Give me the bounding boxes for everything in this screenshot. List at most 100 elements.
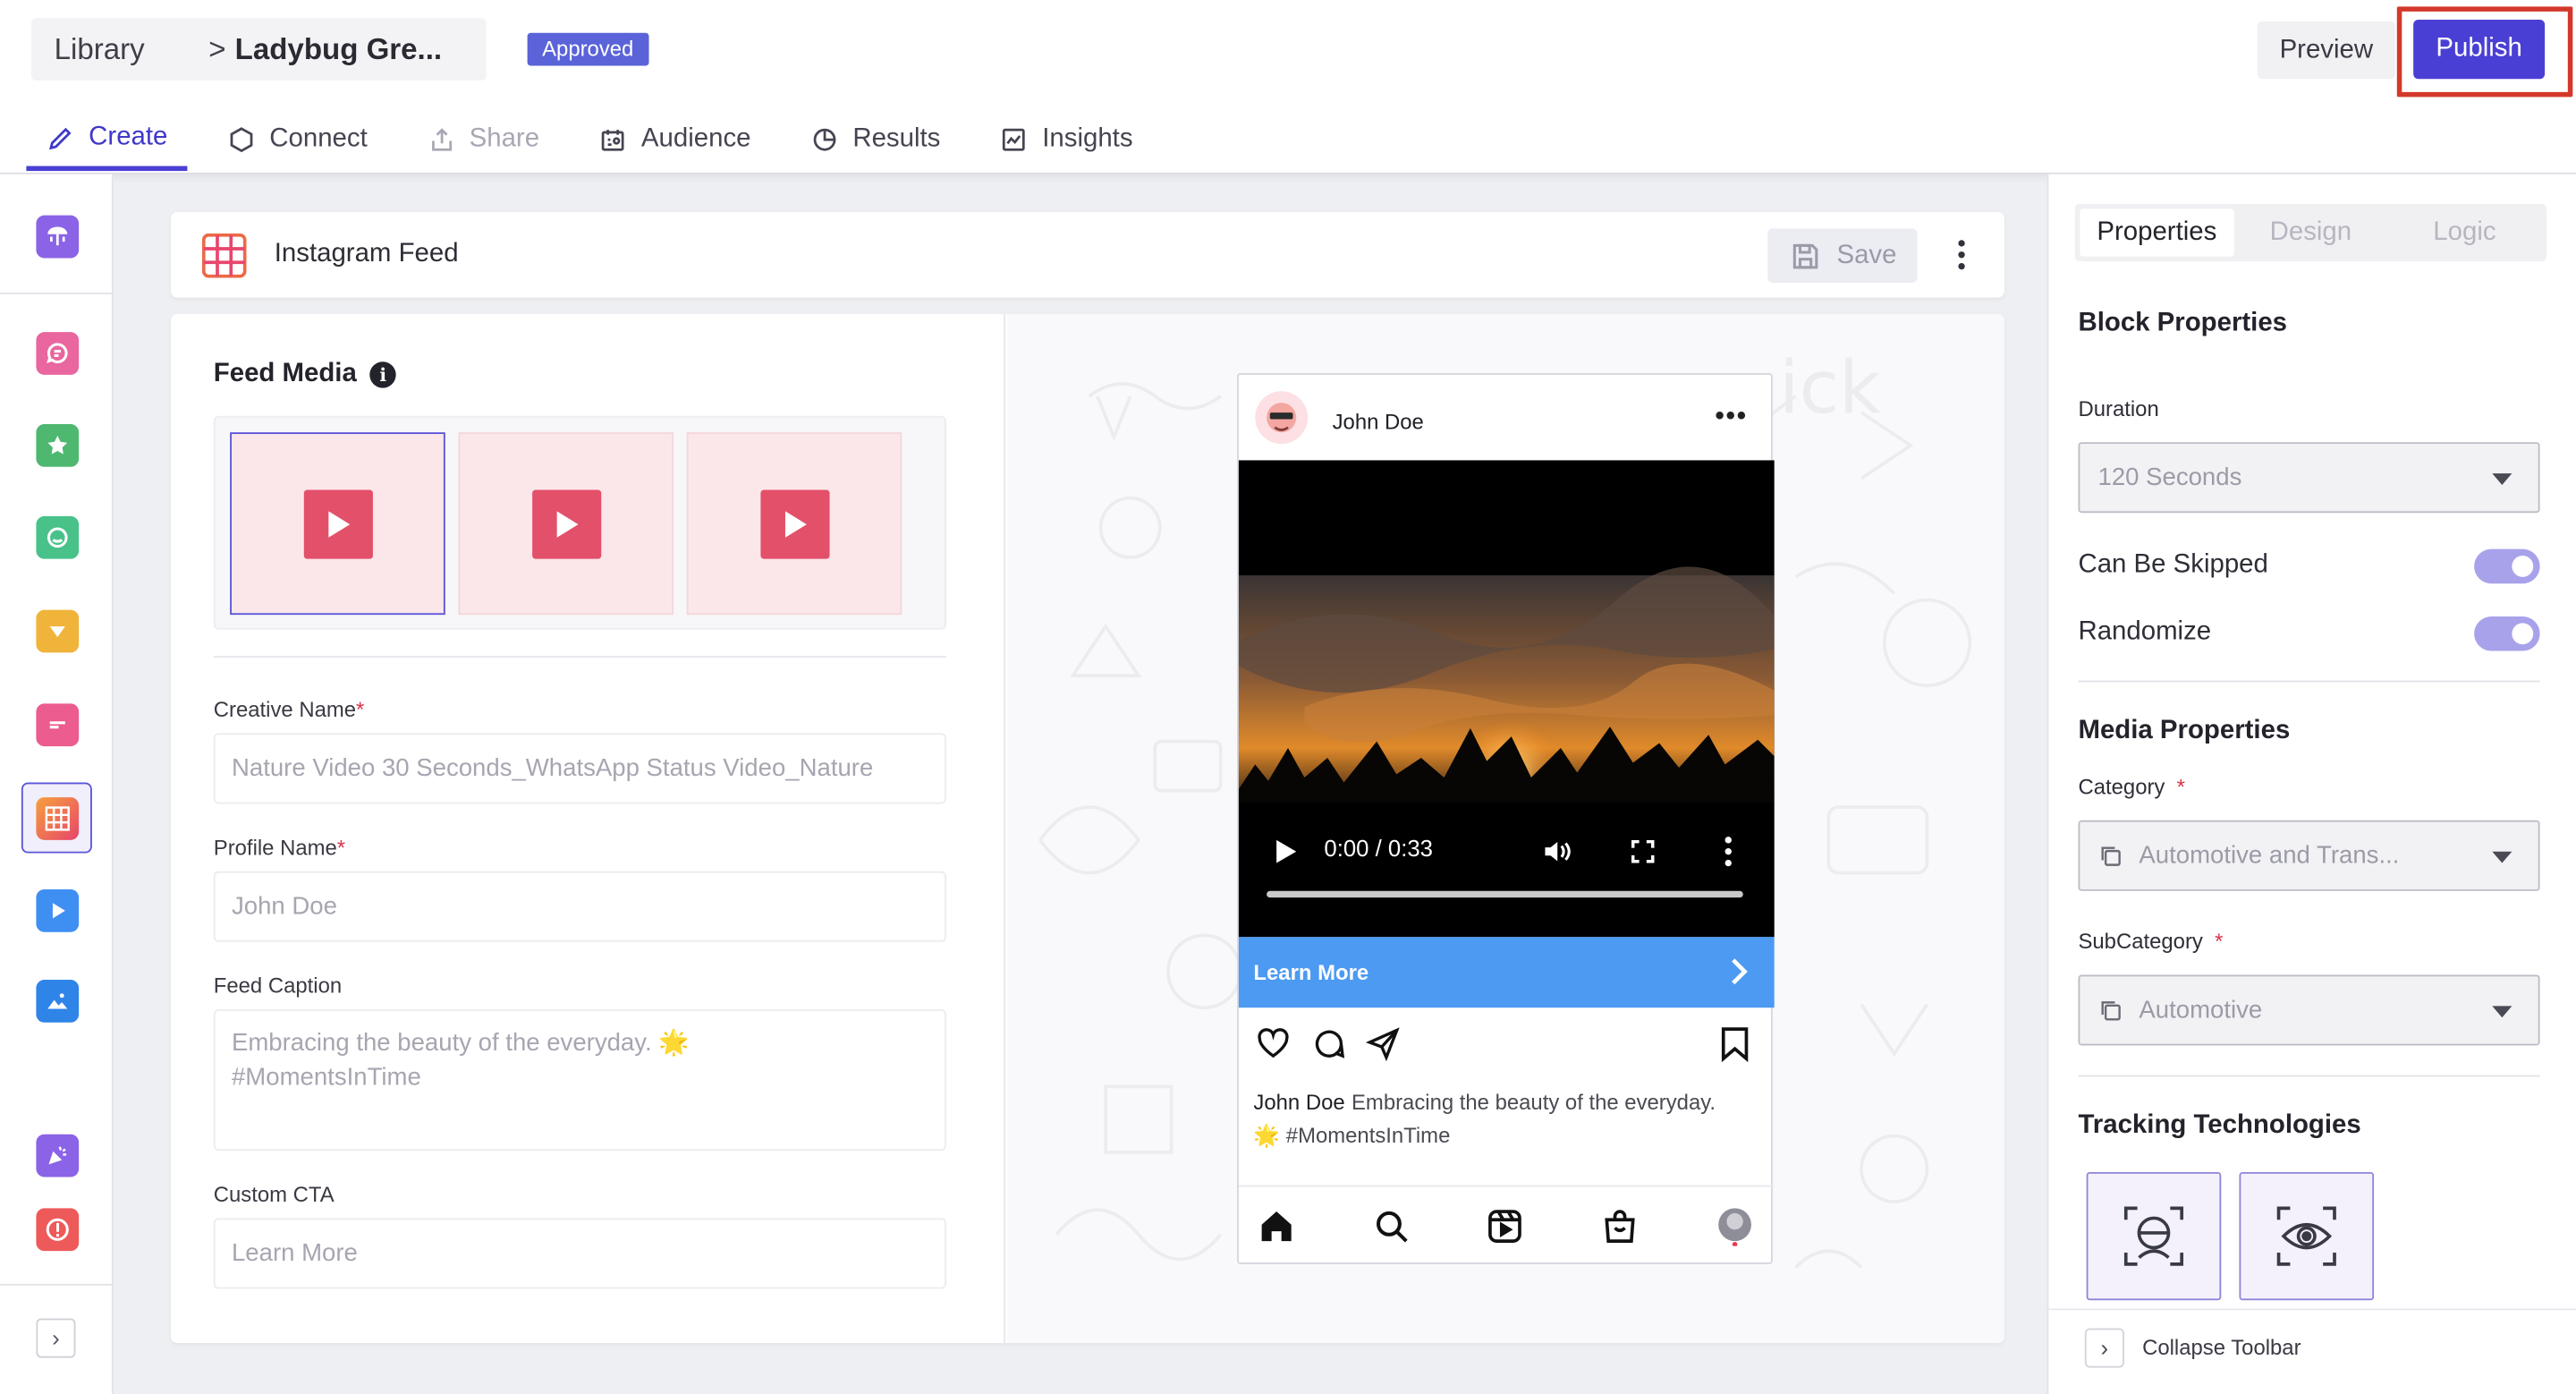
rail-item-chat[interactable]	[21, 318, 92, 388]
save-button[interactable]: Save	[1767, 228, 1918, 284]
shop-icon[interactable]	[1600, 1207, 1640, 1246]
collapse-toolbar[interactable]: › Collapse Toolbar	[2048, 1308, 2576, 1394]
welcome-icon	[35, 214, 79, 258]
tab-design[interactable]: Design	[2233, 208, 2387, 256]
media-thumbnail[interactable]	[230, 432, 445, 616]
rail-item-intro[interactable]	[21, 200, 92, 271]
ig-cta-button[interactable]: Learn More	[1238, 937, 1775, 1008]
status-badge: Approved	[527, 32, 648, 66]
randomize-toggle[interactable]	[2474, 616, 2540, 651]
can-be-skipped-toggle[interactable]	[2474, 548, 2540, 584]
tab-create[interactable]: Create	[26, 108, 188, 172]
video-progress-bar[interactable]	[1267, 890, 1743, 898]
properties-tabs: Properties Design Logic	[2074, 203, 2546, 262]
face-tracking-option[interactable]	[2086, 1171, 2222, 1301]
ig-bottom-nav	[1238, 1185, 1775, 1264]
ig-caption: John Doe Embracing the beauty of the ever…	[1253, 1086, 1766, 1152]
ig-actions	[1239, 1021, 1775, 1070]
share-icon	[431, 128, 452, 151]
video-menu-icon[interactable]	[1722, 835, 1735, 868]
tracking-technologies-heading: Tracking Technologies	[2078, 1110, 2361, 1140]
grid-icon	[35, 796, 79, 839]
chevron-right-icon[interactable]: ›	[2084, 1328, 2124, 1368]
ig-caption-user: John Doe	[1253, 1090, 1345, 1115]
ig-cta-label: Learn More	[1253, 959, 1369, 985]
reels-icon[interactable]	[1485, 1207, 1524, 1246]
preview-button[interactable]: Preview	[2257, 21, 2395, 80]
tab-insights[interactable]: Insights	[979, 108, 1152, 171]
duration-select[interactable]: 120 Seconds	[2078, 442, 2540, 514]
svg-text:ick: ick	[1779, 346, 1881, 430]
block-properties-heading: Block Properties	[2078, 309, 2288, 337]
rail-item-video[interactable]	[21, 874, 92, 945]
fullscreen-icon[interactable]	[1628, 837, 1657, 866]
publish-button[interactable]: Publish	[2413, 20, 2546, 80]
send-icon[interactable]	[1365, 1025, 1401, 1062]
rail-item-disqualify[interactable]	[21, 1194, 92, 1264]
feed-caption-line: Embracing the beauty of the everyday. 🌟	[231, 1029, 690, 1058]
bookmark-icon[interactable]	[1718, 1025, 1751, 1062]
save-label: Save	[1836, 241, 1897, 269]
block-title: Instagram Feed	[274, 240, 459, 268]
tab-connect[interactable]: Connect	[207, 108, 386, 171]
ig-header: John Doe •••	[1239, 375, 1775, 461]
play-icon	[35, 888, 79, 931]
tab-properties[interactable]: Properties	[2080, 208, 2234, 257]
rail-item-text[interactable]	[21, 689, 92, 760]
tab-results[interactable]: Results	[791, 108, 961, 171]
profile-name-field[interactable]: John Doe	[213, 871, 946, 942]
tab-share[interactable]: Share	[407, 108, 559, 171]
feed-caption-field[interactable]: Embracing the beauty of the everyday. 🌟 …	[213, 1009, 946, 1152]
copy-icon	[2101, 1001, 2121, 1021]
tab-audience[interactable]: Audience	[579, 108, 770, 171]
ig-more-icon[interactable]: •••	[1716, 403, 1748, 432]
eye-tracking-option[interactable]	[2239, 1171, 2375, 1301]
volume-icon[interactable]	[1541, 835, 1574, 868]
comment-icon[interactable]	[1311, 1025, 1347, 1061]
more-options-icon[interactable]	[1945, 230, 1979, 279]
rail-item-end[interactable]	[21, 1119, 92, 1190]
rail-item-dropdown[interactable]	[21, 595, 92, 666]
hexagon-icon	[230, 127, 253, 153]
tab-results-label: Results	[852, 124, 941, 153]
creative-name-field[interactable]: Nature Video 30 Seconds_WhatsApp Status …	[213, 733, 946, 804]
heart-icon[interactable]	[1255, 1025, 1291, 1061]
search-icon[interactable]	[1372, 1207, 1411, 1246]
profile-avatar-icon[interactable]	[1716, 1207, 1755, 1246]
feed-caption-label: Feed Caption	[213, 973, 343, 999]
image-icon	[35, 979, 79, 1022]
media-thumbnail[interactable]	[686, 432, 902, 616]
info-icon[interactable]: i	[369, 361, 396, 388]
star-icon	[35, 423, 79, 466]
video-play-icon	[302, 489, 373, 558]
custom-cta-label: Custom CTA	[213, 1181, 335, 1207]
custom-cta-field[interactable]: Learn More	[213, 1218, 946, 1289]
block-editor: Feed Media i Creative Name* Nature Video…	[171, 313, 2004, 1344]
caret-down-icon	[2492, 1006, 2512, 1018]
rail-item-rating[interactable]	[21, 409, 92, 480]
subcategory-select[interactable]: Automotive	[2078, 974, 2540, 1046]
video-play-icon	[531, 489, 601, 558]
block-header: Instagram Feed Save	[171, 212, 2004, 298]
home-icon[interactable]	[1257, 1207, 1296, 1246]
audience-icon	[602, 130, 625, 151]
rail-item-emoji[interactable]	[21, 501, 92, 572]
tab-logic[interactable]: Logic	[2387, 208, 2541, 256]
video-player[interactable]: 0:00 / 0:33	[1238, 460, 1775, 938]
rail-item-instagram-feed[interactable]	[21, 782, 92, 854]
duration-value: 120 Seconds	[2097, 463, 2242, 492]
expand-toolbar-button[interactable]: ›	[36, 1318, 76, 1358]
divider	[213, 656, 946, 658]
profile-name-label: Profile Name*	[213, 835, 346, 860]
category-value: Automotive and Trans...	[2139, 841, 2400, 870]
breadcrumb-current-item[interactable]: Ladybug Gre...	[235, 32, 442, 67]
media-thumbnail[interactable]	[458, 432, 674, 616]
rail-item-image[interactable]	[21, 965, 92, 1035]
breadcrumb-library-link[interactable]: Library	[55, 32, 145, 67]
breadcrumb-chevron-icon: >	[208, 31, 226, 65]
category-select[interactable]: Automotive and Trans...	[2078, 820, 2540, 891]
play-icon[interactable]	[1275, 838, 1298, 864]
properties-panel: Properties Design Logic Block Properties…	[2046, 174, 2576, 1394]
category-label: Category *	[2078, 774, 2185, 799]
chevron-right-icon	[1732, 958, 1748, 985]
